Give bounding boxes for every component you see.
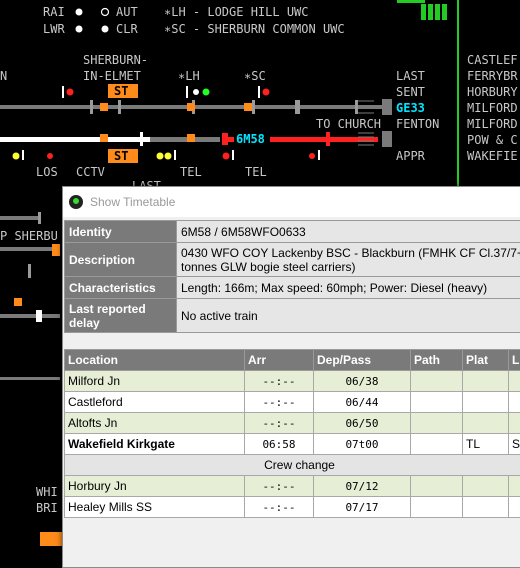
col-line[interactable]: L xyxy=(509,350,520,371)
label-sent: SENT xyxy=(396,85,425,99)
table-row[interactable]: Castleford --:-- 06/44 xyxy=(65,392,520,413)
label-tel-1: TEL xyxy=(180,165,202,179)
svg-text:WAKEFIE: WAKEFIE xyxy=(467,149,518,163)
svg-text:ST: ST xyxy=(114,84,128,98)
label-sherbu: P SHERBU xyxy=(0,229,58,243)
window-title: Show Timetable xyxy=(90,195,175,209)
svg-text:6M58: 6M58 xyxy=(236,132,265,146)
svg-text:GE33: GE33 xyxy=(396,101,425,115)
rai-dot xyxy=(76,9,83,16)
col-plat[interactable]: Plat xyxy=(463,350,509,371)
characteristics-label: Characteristics xyxy=(65,277,177,299)
label-in-elmet: IN-ELMET xyxy=(83,69,141,83)
label-cctv: CCTV xyxy=(76,165,105,179)
label-last: LAST xyxy=(396,69,425,83)
legend-lwr: LWR xyxy=(43,22,65,36)
legend-rai: RAI xyxy=(43,5,65,19)
col-path[interactable]: Path xyxy=(411,350,463,371)
svg-text:CASTLEF: CASTLEF xyxy=(467,53,518,67)
down-line-track xyxy=(0,131,392,147)
delay-value: No active train xyxy=(177,299,520,333)
col-location[interactable]: Location xyxy=(65,350,245,371)
label-whi: WHI xyxy=(36,485,58,499)
green-indicator-bars xyxy=(421,4,447,20)
label-tel-2: TEL xyxy=(245,165,267,179)
legend-sc-note: ∗SC - SHERBURN COMMON UWC xyxy=(164,22,345,36)
characteristics-value: Length: 166m; Max speed: 60mph; Power: D… xyxy=(177,277,520,299)
svg-text:MILFORD: MILFORD xyxy=(467,117,518,131)
signal-heads-lower xyxy=(13,150,321,160)
svg-text:POW & C: POW & C xyxy=(467,133,518,147)
identity-label: Identity xyxy=(65,221,177,243)
label-fenton: FENTON xyxy=(396,117,439,131)
legend-clr: CLR xyxy=(116,22,138,36)
svg-text:MILFORD: MILFORD xyxy=(467,101,518,115)
up-line-track xyxy=(0,99,392,115)
timetable-window[interactable]: Show Timetable Identity 6M58 / 6M58WFO06… xyxy=(62,186,520,568)
table-row[interactable]: Altofts Jn --:-- 06/50 xyxy=(65,413,520,434)
delay-label: Last reported delay xyxy=(65,299,177,333)
svg-text:HORBURY: HORBURY xyxy=(467,85,518,99)
table-row[interactable]: Healey Mills SS --:-- 07/17 xyxy=(65,497,520,518)
train-info-table: Identity 6M58 / 6M58WFO0633 Description … xyxy=(64,220,520,333)
lwr-dot xyxy=(76,26,83,33)
label-sc: ∗SC xyxy=(244,69,266,83)
legend-aut: AUT xyxy=(116,5,138,19)
train-status-icon xyxy=(69,195,83,209)
identity-value: 6M58 / 6M58WFO0633 xyxy=(177,221,520,243)
table-row[interactable]: Wakefield Kirkgate 06:58 07t00 TL S xyxy=(65,434,520,455)
destination-list: CASTLEF FERRYBR HORBURY MILFORD MILFORD … xyxy=(467,53,518,163)
table-row-note: Crew change xyxy=(65,455,520,476)
label-bri: BRI xyxy=(36,501,58,515)
timetable-header: Location Arr Dep/Pass Path Plat L xyxy=(65,350,520,371)
clr-dot xyxy=(102,26,109,33)
col-arr[interactable]: Arr xyxy=(245,350,314,371)
col-dep-pass[interactable]: Dep/Pass xyxy=(314,350,411,371)
aut-circle xyxy=(102,9,109,16)
svg-text:FERRYBR: FERRYBR xyxy=(467,69,518,83)
label-lh: ∗LH xyxy=(178,69,200,83)
description-label: Description xyxy=(65,243,177,277)
label-n: N xyxy=(0,69,7,83)
description-value: 0430 WFO COY Lackenby BSC - Blackburn (F… xyxy=(177,243,520,277)
label-to-church: TO CHURCH xyxy=(316,117,381,131)
signal-heads-upper xyxy=(62,86,270,98)
window-titlebar[interactable]: Show Timetable xyxy=(63,187,520,217)
label-los: LOS xyxy=(36,165,58,179)
svg-text:ST: ST xyxy=(114,149,128,163)
table-row[interactable]: Horbury Jn --:-- 07/12 xyxy=(65,476,520,497)
label-sherburn: SHERBURN- xyxy=(83,53,148,67)
legend-lh-note: ∗LH - LODGE HILL UWC xyxy=(164,5,309,19)
timetable-table: Location Arr Dep/Pass Path Plat L Milfor… xyxy=(64,349,520,518)
label-appr: APPR xyxy=(396,149,426,163)
table-row[interactable]: Milford Jn --:-- 06/38 xyxy=(65,371,520,392)
